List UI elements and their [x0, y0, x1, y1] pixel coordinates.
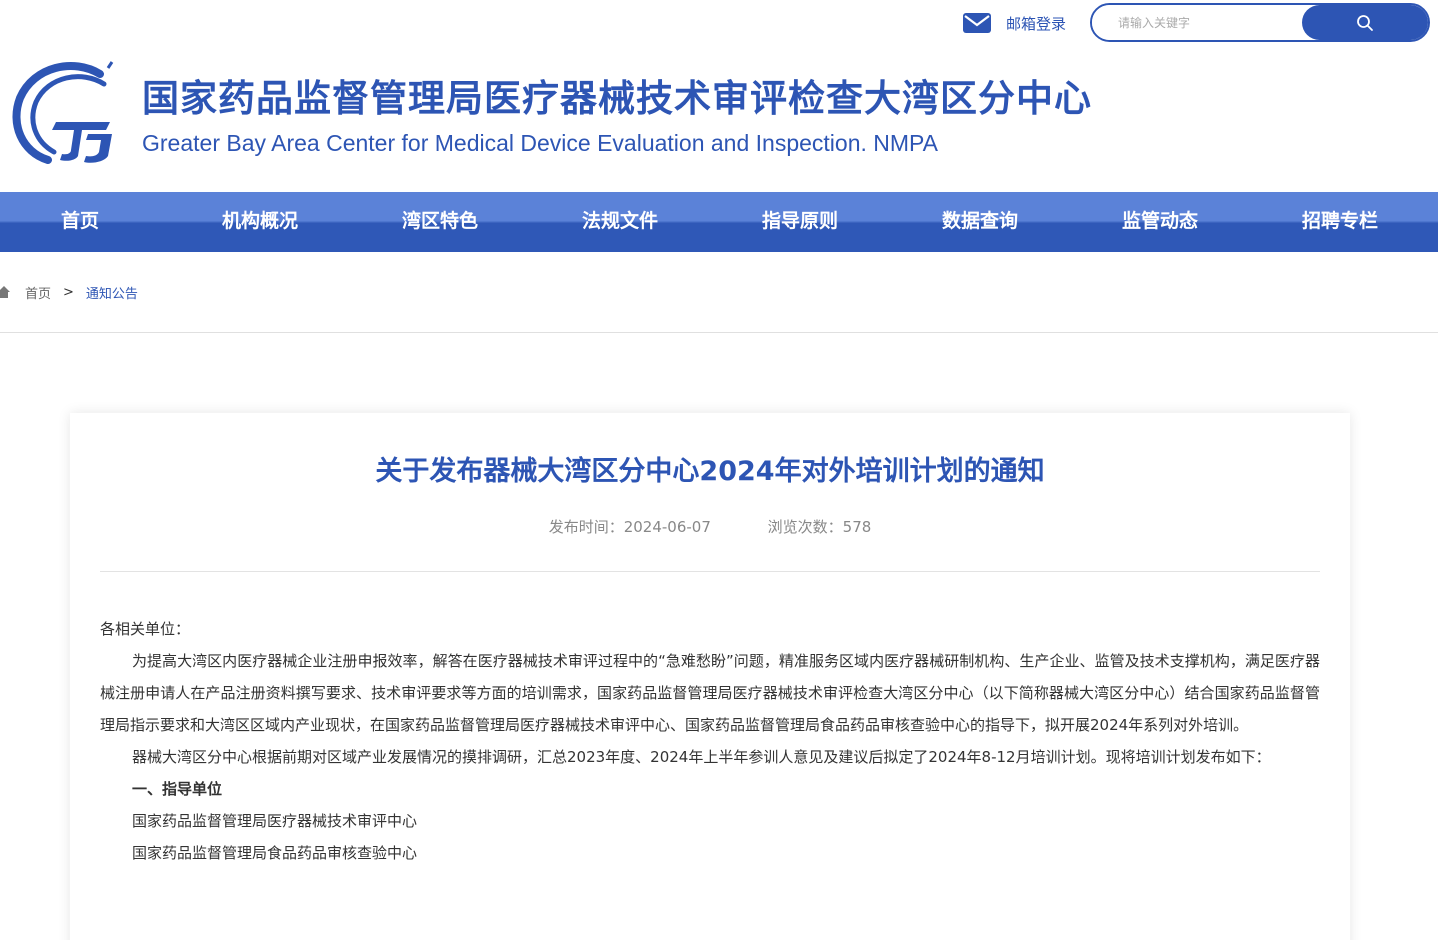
site-title: 国家药品监督管理局医疗器械技术审评检查大湾区分中心	[142, 77, 1092, 120]
mail-login-label: 邮箱登录	[1006, 14, 1067, 33]
mail-login-link[interactable]: 邮箱登录	[962, 10, 1066, 36]
search-input[interactable]	[1092, 5, 1302, 40]
view-count: 浏览次数：578	[767, 518, 872, 536]
nav-item-about[interactable]: 机构概况	[180, 192, 340, 252]
body-paragraph: 为提高大湾区内医疗器械企业注册申报效率，解答在医疗器械技术审评过程中的“急难愁盼…	[100, 652, 1320, 734]
article-divider	[100, 571, 1320, 572]
nav-item-regulations[interactable]: 法规文件	[540, 192, 700, 252]
search-icon	[1357, 14, 1373, 31]
breadcrumb-home-link[interactable]: 首页	[25, 283, 51, 302]
article-title: 关于发布器械大湾区分中心2024年对外培训计划的通知	[375, 456, 1045, 487]
top-bar: 邮箱登录	[0, 0, 1438, 48]
nav-item-bay-area-features[interactable]: 湾区特色	[360, 192, 520, 252]
article-body: 各相关单位： 为提高大湾区内医疗器械企业注册申报效率，解答在医疗器械技术审评过程…	[100, 613, 1320, 869]
breadcrumb: 首页 > 通知公告	[0, 281, 138, 303]
nav-item-data-query[interactable]: 数据查询	[900, 192, 1060, 252]
salutation: 各相关单位：	[100, 620, 191, 638]
nav-item-supervision-news[interactable]: 监管动态	[1080, 192, 1240, 252]
list-item: 国家药品监督管理局食品药品审核查验中心	[132, 844, 418, 862]
home-icon	[0, 286, 10, 298]
search-box	[1090, 3, 1430, 42]
section-heading: 一、指导单位	[132, 780, 223, 798]
main-nav: 首页 机构概况 湾区特色 法规文件 指导原则 数据查询 监管动态 招聘专栏	[0, 192, 1438, 252]
search-button[interactable]	[1302, 5, 1428, 40]
article-card: 关于发布器械大湾区分中心2024年对外培训计划的通知 发布时间：2024-06-…	[70, 413, 1350, 940]
site-subtitle: Greater Bay Area Center for Medical Devi…	[142, 130, 939, 156]
body-paragraph: 器械大湾区分中心根据前期对区域产业发展情况的摸排调研，汇总2023年度、2024…	[132, 748, 1271, 766]
mail-icon	[963, 13, 991, 33]
breadcrumb-current[interactable]: 通知公告	[86, 283, 138, 302]
list-item: 国家药品监督管理局医疗器械技术审评中心	[132, 812, 418, 830]
nav-item-home[interactable]: 首页	[0, 192, 160, 252]
breadcrumb-separator: >	[63, 284, 74, 300]
publish-time: 发布时间：2024-06-07	[548, 518, 711, 536]
breadcrumb-divider	[0, 332, 1438, 333]
site-logo[interactable]	[8, 60, 118, 166]
nav-item-recruitment[interactable]: 招聘专栏	[1260, 192, 1420, 252]
nav-item-guidelines[interactable]: 指导原则	[720, 192, 880, 252]
article-meta: 发布时间：2024-06-07 浏览次数：578	[70, 516, 1350, 537]
